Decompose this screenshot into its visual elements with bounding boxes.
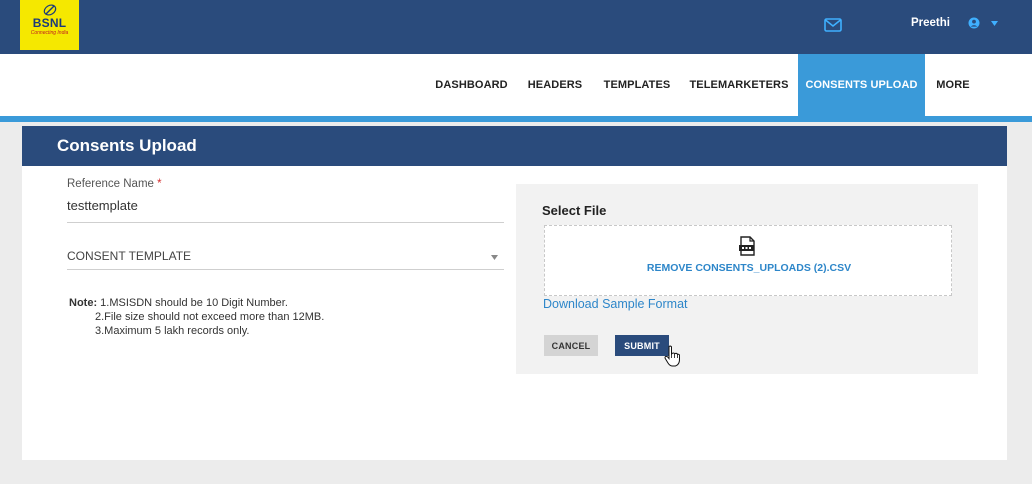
file-drop-zone[interactable]: REMOVE CONSENTS_UPLOADS (2).CSV: [544, 225, 952, 296]
nav-item-dashboard[interactable]: DASHBOARD: [430, 54, 513, 116]
required-mark: *: [157, 178, 162, 190]
bsnl-logo[interactable]: BSNL Connecting India: [20, 0, 79, 50]
note-text-1: 1.MSISDN should be 10 Digit Number.: [100, 297, 288, 309]
main-nav: DASHBOARD HEADERS TEMPLATES TELEMARKETER…: [0, 54, 1032, 116]
csv-file-icon: [739, 236, 755, 256]
nav-accent-bar: [0, 116, 1032, 122]
note-label: Note:: [69, 297, 98, 309]
nav-item-headers[interactable]: HEADERS: [520, 54, 590, 116]
nav-item-telemarketers[interactable]: TELEMARKETERS: [684, 54, 794, 116]
note-line-2: 2.File size should not exceed more than …: [95, 311, 325, 323]
chevron-down-icon[interactable]: [991, 21, 998, 26]
remove-file-link[interactable]: REMOVE CONSENTS_UPLOADS (2).CSV: [545, 262, 953, 274]
reference-name-label-text: Reference Name: [67, 178, 154, 190]
nav-item-consents-upload[interactable]: CONSENTS UPLOAD: [798, 54, 925, 116]
reference-name-label: Reference Name *: [67, 178, 162, 190]
consent-template-value: CONSENT TEMPLATE: [67, 249, 192, 263]
consent-template-underline: [67, 269, 504, 270]
card-header: Consents Upload: [22, 126, 1007, 166]
consents-upload-card: Consents Upload Reference Name * testtem…: [22, 126, 1007, 460]
logo-mark-icon: [43, 4, 56, 16]
nav-item-templates[interactable]: TEMPLATES: [597, 54, 677, 116]
mail-icon[interactable]: [824, 18, 842, 32]
nav-item-more[interactable]: MORE: [928, 54, 978, 116]
logo-brand-text: BSNL: [32, 16, 67, 30]
download-sample-link[interactable]: Download Sample Format: [543, 297, 688, 311]
file-upload-panel: Select File REMOVE CONSENTS_UPLOADS (2).…: [516, 184, 978, 374]
logo-tagline: Connecting India: [30, 30, 69, 36]
top-header: BSNL Connecting India Preethi: [0, 0, 1032, 54]
user-name[interactable]: Preethi: [911, 17, 950, 29]
hand-cursor-icon: [664, 345, 680, 367]
note-line-1: Note: 1.MSISDN should be 10 Digit Number…: [69, 297, 288, 309]
reference-name-underline: [67, 222, 504, 223]
consent-template-select[interactable]: CONSENT TEMPLATE: [67, 246, 504, 270]
upload-notes: Note: 1.MSISDN should be 10 Digit Number…: [69, 296, 324, 338]
cancel-button[interactable]: CANCEL: [544, 335, 598, 356]
reference-name-input[interactable]: testtemplate: [67, 198, 138, 213]
page-title: Consents Upload: [57, 136, 197, 155]
user-avatar-icon[interactable]: [968, 17, 980, 29]
note-line-3: 3.Maximum 5 lakh records only.: [95, 325, 250, 337]
chevron-down-icon: [491, 255, 498, 260]
select-file-title: Select File: [542, 203, 607, 218]
submit-button[interactable]: SUBMIT: [615, 335, 669, 356]
